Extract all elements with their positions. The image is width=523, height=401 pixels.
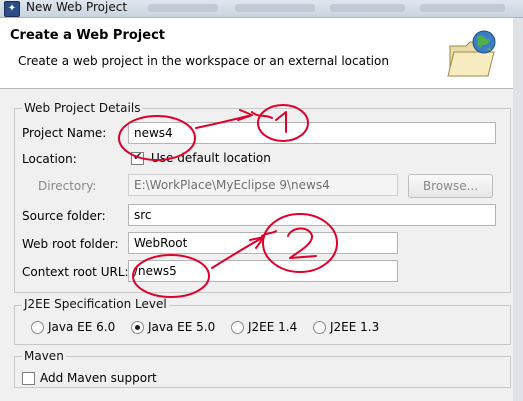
radio-label-java-ee-6: Java EE 6.0 (48, 320, 116, 334)
myeclipse-app-icon: ✦ (4, 1, 20, 17)
radio-label-java-ee-5: Java EE 5.0 (148, 320, 216, 334)
radio-java-ee-5[interactable] (131, 321, 144, 334)
source-folder-label: Source folder: (22, 209, 106, 223)
wizard-description: Create a web project in the workspace or… (18, 54, 389, 68)
directory-input[interactable]: E:\WorkPlace\MyEclipse 9\news4 (128, 174, 398, 196)
location-label: Location: (22, 152, 77, 166)
window-edge (513, 18, 523, 401)
group-title-web-project-details: Web Project Details (22, 101, 143, 115)
background-tab-ghost (235, 4, 315, 12)
add-maven-support-checkbox[interactable] (22, 372, 35, 385)
source-folder-input[interactable]: src (128, 204, 496, 226)
window-title: New Web Project (26, 0, 128, 14)
radio-j2ee-1-4[interactable] (231, 321, 244, 334)
radio-java-ee-6[interactable] (31, 321, 44, 334)
radio-label-j2ee-1-3: J2EE 1.3 (330, 320, 380, 334)
title-bar: ✦ New Web Project (0, 0, 523, 18)
context-root-url-input[interactable]: /news5 (128, 260, 398, 282)
project-name-input[interactable]: news4 (128, 122, 496, 144)
group-title-maven: Maven (22, 349, 66, 363)
web-root-folder-input[interactable]: WebRoot (128, 232, 398, 254)
use-default-location-checkbox[interactable] (131, 150, 144, 165)
web-root-folder-label: Web root folder: (22, 237, 119, 251)
globe-folder-icon (447, 30, 496, 77)
context-root-url-label: Context root URL: (22, 265, 129, 279)
browse-button[interactable]: Browse... (408, 174, 493, 198)
wizard-banner: Create a Web Project Create a web projec… (0, 18, 523, 89)
radio-label-j2ee-1-4: J2EE 1.4 (248, 320, 298, 334)
background-tab-ghost (420, 4, 505, 12)
add-maven-support-label: Add Maven support (40, 371, 157, 385)
radio-j2ee-1-3[interactable] (313, 321, 326, 334)
wizard-heading: Create a Web Project (10, 28, 165, 43)
background-tab-ghost (330, 4, 405, 12)
background-tab-ghost (148, 4, 218, 12)
group-title-j2ee-spec-level: J2EE Specification Level (22, 297, 169, 311)
use-default-location-label: Use default location (151, 151, 271, 165)
project-name-label: Project Name: (22, 126, 107, 140)
directory-label: Directory: (38, 179, 97, 193)
